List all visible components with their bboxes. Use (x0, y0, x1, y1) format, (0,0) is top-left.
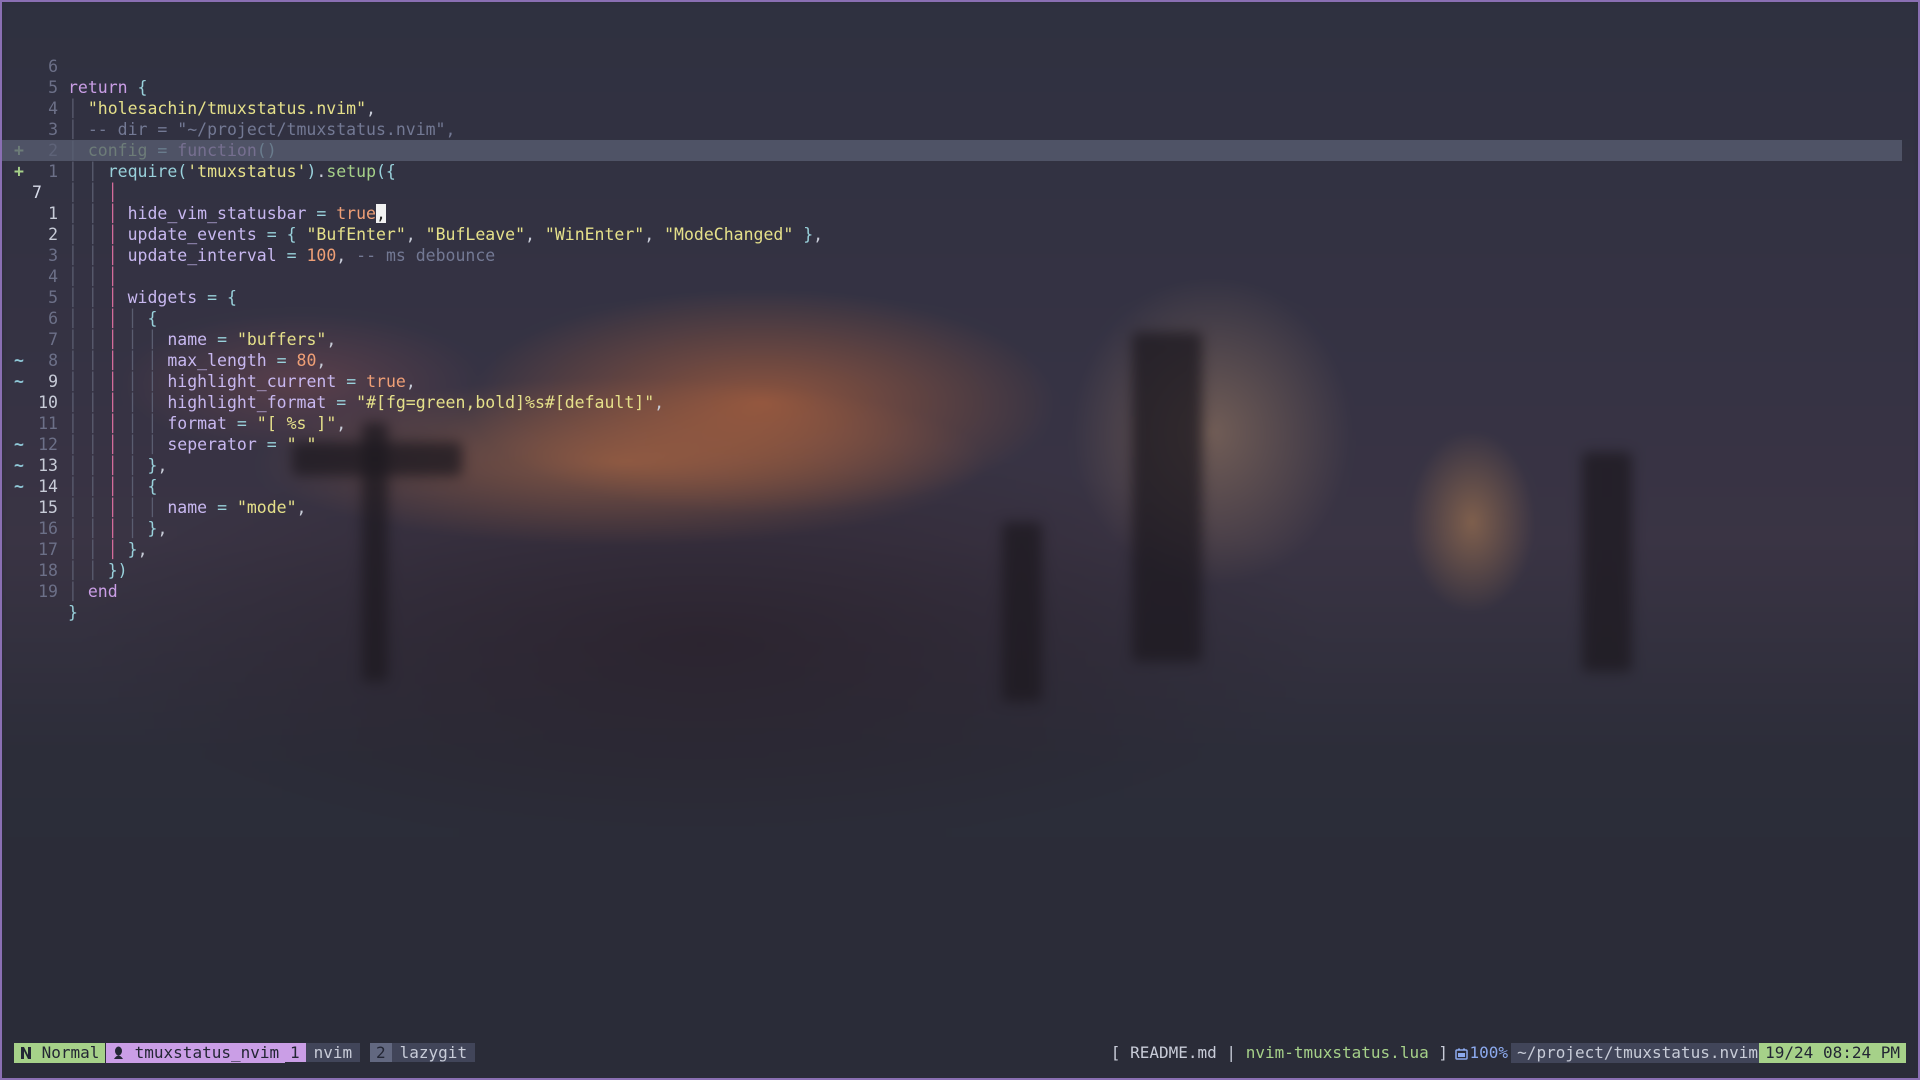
date-time: 19/24 08:24 PM (1759, 1043, 1906, 1063)
mode-indicator: Normal (14, 1043, 106, 1063)
window-name: nvim (305, 1043, 361, 1062)
code-line: ~ 13 │ │ │ │ { (14, 435, 158, 496)
tmux-statusline: Normal tmuxstatus_nvim 1 nvim 2 lazygit [ … (14, 1043, 1906, 1063)
session-indicator[interactable]: tmuxstatus_nvim (106, 1043, 286, 1063)
code-line: 7 │ │ │ │ │ max_length = 80, (2, 287, 1918, 370)
line-number: 19 (38, 582, 58, 601)
code-line: 2 │ │ │ update_interval = 100, -- ms deb… (2, 182, 1918, 265)
code-line: ~ 9 │ │ │ │ │ highlight_format = "#[fg=g… (14, 351, 665, 412)
code-line: ~ 15 │ │ │ │ }, (14, 477, 168, 538)
buffer-item[interactable]: README.md (1130, 1043, 1217, 1062)
code-line: 3 │ config = function() (2, 77, 1918, 160)
window-name: lazygit (391, 1043, 476, 1062)
code-line: ~ 14 │ │ │ │ │ name = "mode", (14, 456, 307, 517)
code-line: 19 } (2, 539, 1918, 622)
terminal-window: 6 return { 5 │ "holesachin/tmuxstatus.nv… (0, 0, 1920, 1080)
code-line: 18 │ end (2, 518, 1918, 601)
separator: | (1226, 1043, 1237, 1062)
code-line: 6 return { (2, 14, 1918, 97)
mode-label: Normal (41, 1043, 100, 1062)
editor-buffer[interactable]: 6 return { 5 │ "holesachin/tmuxstatus.nv… (2, 14, 1918, 622)
code-line: 3 │ │ │ (2, 203, 1918, 286)
linux-icon (112, 1043, 125, 1062)
window-index: 2 (370, 1043, 392, 1062)
buffer-item-active[interactable]: nvim-tmuxstatus.lua (1246, 1043, 1429, 1062)
code-line: ~ 10 │ │ │ │ │ format = "[ %s ]", (14, 372, 347, 433)
code-line: 4 │ -- dir = "~/project/tmuxstatus.nvim"… (2, 56, 1918, 139)
code-line: 5 │ │ │ │ { (2, 245, 1918, 328)
code-line: 5 │ "holesachin/tmuxstatus.nvim", (2, 35, 1918, 118)
code-line-current: + 7 │ │ │ hide_vim_statusbar = true, (2, 140, 1902, 223)
battery-indicator: 100% (1449, 1043, 1514, 1063)
code-line: 2 │ │ require('tmuxstatus').setup({ (2, 98, 1918, 181)
code-line: + 1 │ │ │ (2, 119, 1918, 202)
tmux-window-tab[interactable]: 1 nvim (284, 1043, 361, 1063)
battery-level: 100% (1469, 1043, 1508, 1062)
code-line: 4 │ │ │ widgets = { (2, 224, 1918, 307)
working-directory: ~/project/tmuxstatus.nvim (1511, 1043, 1764, 1063)
code-line: 12 │ │ │ │ }, (2, 392, 1918, 475)
code-line: 1 │ │ │ update_events = { "BufEnter", "B… (2, 161, 1918, 244)
battery-icon (1455, 1043, 1469, 1062)
window-index: 1 (284, 1043, 306, 1062)
code-line: 11 │ │ │ │ │ seperator = " " (2, 371, 1918, 454)
bracket: ] (1438, 1043, 1448, 1062)
tmux-window-tab[interactable]: 2 lazygit (370, 1043, 476, 1063)
neovim-icon (20, 1043, 32, 1062)
code-line: 16 │ │ │ }, (2, 476, 1918, 559)
bracket: [ (1110, 1043, 1121, 1062)
session-name: tmuxstatus_nvim (134, 1043, 280, 1062)
code-line: 17 │ │ }) (2, 497, 1918, 580)
code-token: end (87, 582, 118, 601)
code-line: 8 │ │ │ │ │ highlight_current = true, (2, 308, 1918, 391)
code-line: 6 │ │ │ │ │ name = "buffers", (2, 266, 1918, 349)
buffer-list: [ README.md | nvim-tmuxstatus.lua ] (1105, 1043, 1454, 1063)
